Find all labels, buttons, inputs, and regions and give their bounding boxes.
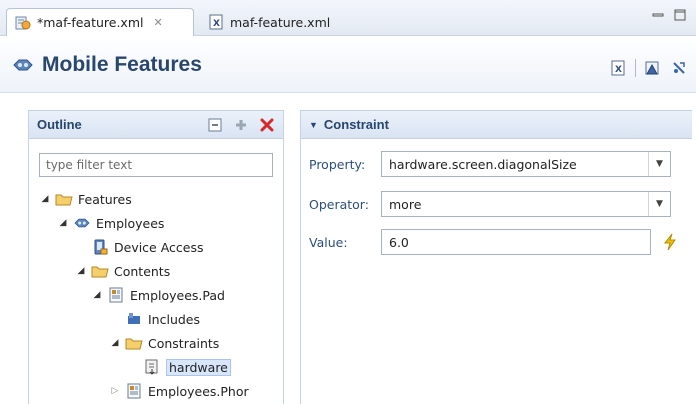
filter-input[interactable]: [39, 153, 273, 177]
svg-text:X: X: [615, 65, 622, 75]
tree-node-label: Includes: [148, 311, 201, 327]
lightning-icon[interactable]: [661, 231, 679, 253]
constraint-header[interactable]: ▼ Constraint: [301, 111, 692, 139]
outline-header: Outline: [29, 111, 283, 139]
tree-node-device-access[interactable]: Device Access: [91, 235, 204, 259]
svg-text:X: X: [213, 19, 220, 29]
tree-node-contents[interactable]: ◢ Contents: [75, 259, 171, 283]
collapse-all-icon[interactable]: [207, 117, 223, 133]
property-value: hardware.screen.diagonalSize: [389, 156, 577, 172]
tab-maf-feature-modified[interactable]: *maf-feature.xml ✕: [6, 8, 194, 36]
tree-node-employees[interactable]: ◢ Employees: [57, 211, 165, 235]
value-row: Value:: [309, 229, 383, 255]
tree-node-includes[interactable]: Includes: [125, 307, 200, 331]
close-tab-icon[interactable]: ✕: [153, 16, 162, 29]
feature-file-icon: [15, 15, 31, 31]
delete-icon[interactable]: [259, 117, 275, 133]
toolbar-separator: [635, 59, 636, 77]
tree-node-employees-phone[interactable]: ▷ Employees.Phor: [109, 379, 249, 403]
warnings-icon[interactable]: [644, 59, 662, 77]
editor-tab-bar: *maf-feature.xml ✕ X maf-feature.xml: [0, 0, 696, 36]
operator-value: more: [389, 196, 422, 212]
tree-node-label: Features: [78, 191, 132, 207]
tree-node-employees-pad[interactable]: ◢ Employees.Pad: [91, 283, 225, 307]
value-label: Value:: [309, 234, 348, 250]
expand-toggle-icon[interactable]: ◢: [109, 337, 121, 349]
tab-maf-feature-xml[interactable]: X maf-feature.xml: [200, 8, 360, 36]
chevron-down-icon[interactable]: ▼: [648, 152, 670, 176]
device-access-icon: [91, 238, 109, 256]
property-row: Property:: [309, 151, 383, 177]
xml-view-icon[interactable]: X: [609, 59, 627, 77]
disconnect-icon[interactable]: [670, 59, 688, 77]
property-select[interactable]: hardware.screen.diagonalSize ▼: [381, 151, 671, 177]
tab-label: *maf-feature.xml: [37, 15, 144, 30]
page-title: Mobile Features: [12, 53, 202, 77]
constraint-title: Constraint: [323, 117, 389, 132]
expand-toggle-icon[interactable]: ◢: [75, 265, 87, 277]
mobile-features-icon: [12, 56, 34, 74]
content-icon: [125, 382, 143, 400]
expand-toggle-icon[interactable]: ◢: [39, 193, 51, 205]
xml-file-icon: X: [208, 14, 224, 30]
add-icon[interactable]: [233, 117, 249, 133]
minimize-icon[interactable]: [652, 9, 664, 21]
includes-icon: [125, 310, 143, 328]
tree-node-label: Employees.Pad: [130, 287, 225, 303]
tree-node-hardware[interactable]: hardware: [143, 355, 231, 379]
tree-node-label: Employees: [96, 215, 165, 231]
chevron-down-icon[interactable]: ▼: [648, 192, 670, 216]
editor-header: Mobile Features X: [0, 37, 696, 93]
tree-node-label: Employees.Phor: [148, 383, 249, 399]
outline-title: Outline: [37, 117, 82, 132]
folder-icon: [125, 334, 143, 352]
constraint-icon: [143, 358, 161, 376]
folder-icon: [91, 262, 109, 280]
outline-tree: ◢ Features ◢ Employees Device Access ◢ C…: [29, 187, 283, 403]
tree-node-constraints[interactable]: ◢ Constraints: [109, 331, 220, 355]
expand-toggle-icon[interactable]: ◢: [91, 289, 103, 301]
expand-toggle-icon[interactable]: ▷: [109, 385, 121, 397]
tree-node-features[interactable]: ◢ Features: [39, 187, 132, 211]
operator-select[interactable]: more ▼: [381, 191, 671, 217]
content-icon: [107, 286, 125, 304]
value-field[interactable]: [381, 229, 651, 255]
outline-panel: Outline ◢: [28, 110, 284, 404]
operator-label: Operator:: [309, 196, 369, 212]
operator-row: Operator:: [309, 191, 383, 217]
header-title-text: Mobile Features: [42, 53, 202, 76]
property-label: Property:: [309, 156, 366, 172]
tab-label: maf-feature.xml: [230, 14, 331, 30]
tree-node-label: Contents: [114, 263, 171, 279]
tree-node-label: Device Access: [114, 239, 204, 255]
expand-toggle-icon[interactable]: ◢: [57, 217, 69, 229]
maximize-icon[interactable]: [674, 9, 686, 21]
tree-node-label: hardware: [166, 358, 231, 376]
constraint-panel: ▼ Constraint Property: hardware.screen.d…: [300, 110, 692, 404]
tree-node-label: Constraints: [148, 335, 220, 351]
collapse-section-icon[interactable]: ▼: [309, 120, 318, 130]
folder-icon: [55, 190, 73, 208]
feature-icon: [73, 214, 91, 232]
